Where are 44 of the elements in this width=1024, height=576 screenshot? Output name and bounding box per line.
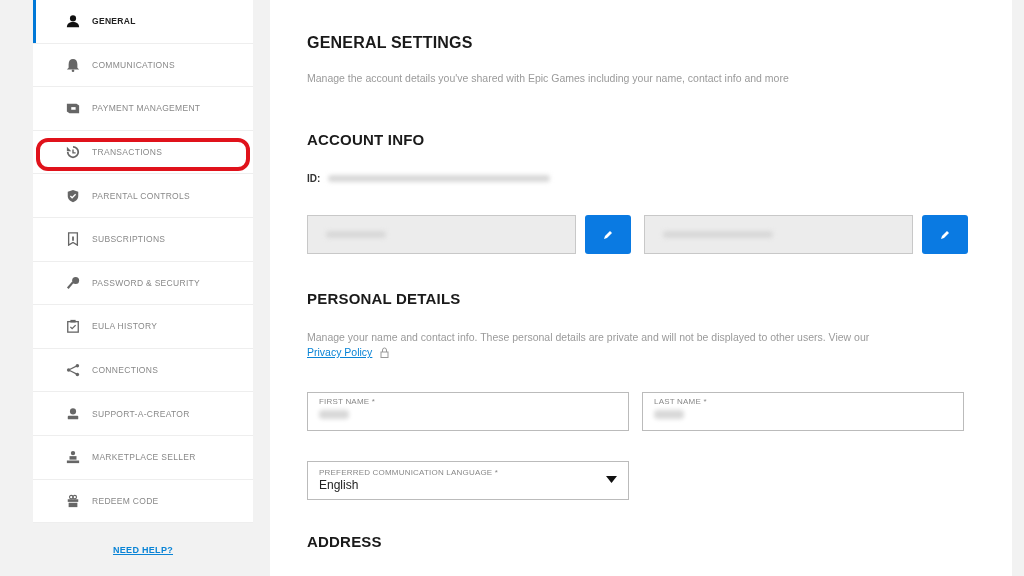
sidebar-item[interactable]: TRANSACTIONS: [33, 130, 253, 175]
caret-icon: [606, 476, 617, 483]
page-title: GENERAL SETTINGS: [307, 34, 474, 52]
personal-details-description: Manage your name and contact info. These personal details are private and will not be displayed to other users. View our: [307, 330, 871, 345]
name-field[interactable]: LAST NAME *: [642, 392, 964, 431]
edit-button[interactable]: [585, 215, 631, 254]
display-name-field[interactable]: [307, 215, 576, 254]
name-field[interactable]: FIRST NAME *: [307, 392, 629, 431]
clipboard-icon: [66, 319, 80, 334]
pencil-icon: [940, 229, 950, 240]
user-icon: [66, 14, 80, 29]
sidebar-item[interactable]: MARKETPLACE SELLER: [33, 435, 253, 480]
edit-button[interactable]: [922, 215, 968, 254]
sidebar-item[interactable]: SUBSCRIPTIONS: [33, 217, 253, 262]
sidebar-item[interactable]: PARENTAL CONTROLS: [33, 174, 253, 218]
lock-icon: [380, 346, 390, 358]
sidebar-item[interactable]: PASSWORD & SECURITY: [33, 261, 253, 306]
gift-icon: [66, 493, 80, 508]
receipt-icon: [66, 232, 80, 247]
email-field[interactable]: [644, 215, 913, 254]
key-icon: [66, 275, 80, 290]
privacy-policy-link[interactable]: Privacy Policy: [307, 346, 373, 358]
sidebar-item[interactable]: CONNECTIONS: [33, 348, 253, 393]
pencil-icon: [603, 229, 613, 240]
sidebar-item[interactable]: GENERAL: [33, 0, 253, 44]
sidebar-item[interactable]: PAYMENT MANAGEMENT: [33, 87, 253, 131]
sidebar-item[interactable]: SUPPORT-A-CREATOR: [33, 392, 253, 436]
section-heading: ADDRESS: [307, 533, 383, 550]
section-heading: PERSONAL DETAILS: [307, 290, 462, 307]
id-label: ID:: [307, 173, 321, 184]
section-heading: ACCOUNT INFO: [307, 131, 426, 148]
history-icon: [66, 145, 80, 160]
shield-icon: [66, 188, 80, 203]
sidebar-item[interactable]: COMMUNICATIONS: [33, 43, 253, 88]
sidebar-item[interactable]: EULA HISTORY: [33, 305, 253, 349]
help-link[interactable]: NEED HELP?: [113, 545, 173, 556]
person-icon: [66, 406, 80, 421]
seller-icon: [66, 450, 80, 465]
page-description: Manage the account details you've shared with Epic Games including your name, contact info and more: [307, 71, 790, 86]
card-icon: [66, 101, 80, 116]
sidebar-item[interactable]: REDEEM CODE: [33, 479, 253, 524]
language-dropdown[interactable]: PREFERRED COMMUNICATION LANGUAGE * English: [307, 461, 629, 500]
share-icon: [66, 363, 80, 378]
bell-icon: [66, 57, 80, 72]
